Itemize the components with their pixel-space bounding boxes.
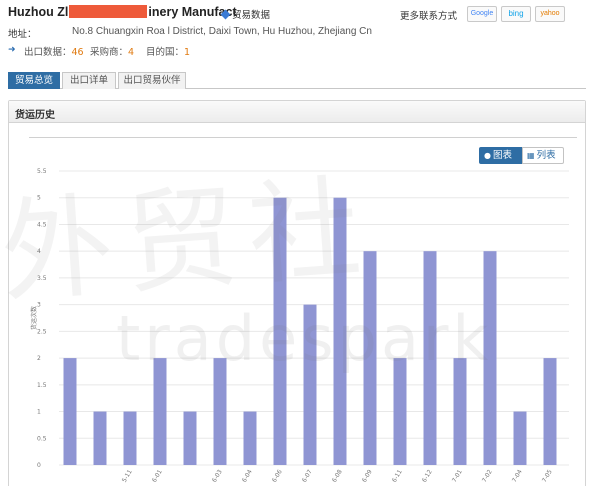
x-tick-label: 6-08: [331, 468, 344, 483]
x-tick-label: 6-01: [151, 468, 164, 483]
bar: [513, 411, 527, 465]
x-tick-label: 7-01: [451, 468, 464, 483]
tab-export-details[interactable]: 出口详单: [62, 72, 116, 89]
bar: [393, 358, 407, 465]
header-bar: Huzhou Zl inery Manufact 贸易数据 更多联系方式 Goog…: [8, 5, 598, 23]
y-tick-label: 5: [37, 195, 41, 202]
y-axis-label: 货运次数: [30, 306, 38, 330]
more-contact-label: 更多联系方式: [400, 11, 458, 22]
y-tick-label: 0.5: [37, 435, 47, 442]
google-search-button[interactable]: Google: [467, 6, 497, 22]
x-tick-label: 6-04: [241, 468, 254, 483]
bar: [93, 411, 107, 465]
bar: [243, 411, 257, 465]
bar: [123, 411, 137, 465]
destination-stat-value: 1: [184, 47, 191, 58]
export-stat-label: 出口数据：: [24, 47, 72, 58]
export-arrow-icon: ➜: [8, 45, 16, 55]
x-tick-label: 5-11: [121, 468, 134, 483]
bar: [273, 197, 287, 465]
export-stat[interactable]: 出口数据：46: [24, 44, 84, 58]
bar: [363, 251, 377, 465]
x-tick-label: 7-02: [481, 468, 494, 483]
bar: [423, 251, 437, 465]
y-tick-label: 0: [37, 462, 41, 469]
x-tick-label: 6-12: [421, 468, 434, 483]
company-name-start: Huzhou Zl: [8, 5, 69, 19]
bar: [63, 358, 77, 465]
bar: [453, 358, 467, 465]
tab-trade-overview[interactable]: 贸易总览: [8, 72, 60, 89]
bar: [213, 358, 227, 465]
x-tick-label: 7-04: [511, 468, 524, 483]
shipment-history-panel: 货运历史 ● 图表 ▦ 列表 0 0.5 1 1.5 2 2.5 3 3.5 4 4.5 5 5.5 货运次…: [8, 100, 586, 486]
y-tick-label: 2: [37, 355, 41, 362]
y-tick-label: 3.5: [37, 275, 47, 282]
bing-search-button[interactable]: bing: [501, 6, 531, 22]
buyers-stat-label: 采购商：: [90, 47, 129, 58]
y-tick-label: 5.5: [37, 168, 47, 175]
x-tick-label: 6-03: [211, 468, 224, 483]
destination-stat-label: 目的国：: [146, 47, 185, 58]
shipment-bar-chart: 00.511.522.533.544.555.5货运次数5-11 6-01 6-03…: [30, 168, 569, 484]
bar: [153, 358, 167, 465]
buyers-stat-value: 4: [128, 47, 135, 58]
bar: [303, 304, 317, 465]
tab-bar: 贸易总览 出口详单 出口贸易伙伴: [8, 72, 586, 89]
y-tick-label: 1: [37, 409, 41, 416]
x-tick-label: 6-09: [361, 468, 374, 483]
trade-data-link[interactable]: 贸易数据: [220, 7, 271, 21]
yahoo-search-button[interactable]: yahoo: [535, 6, 565, 22]
x-tick-label: 6-07: [301, 468, 314, 483]
x-tick-label: 6-11: [391, 468, 404, 483]
bar: [543, 358, 557, 465]
address-label: 地址：: [8, 29, 37, 40]
destination-stat[interactable]: 目的国：1: [146, 44, 190, 58]
bar: [333, 197, 347, 465]
y-tick-label: 1.5: [37, 382, 47, 389]
y-tick-label: 2.5: [37, 328, 47, 335]
stats-row: ➜ 出口数据：46 采购商：4 目的国：1: [8, 44, 598, 58]
address-value: No.8 Chuangxin Roa l District, Daixi Tow…: [72, 26, 372, 37]
x-tick-label: 7-05: [541, 468, 554, 483]
y-tick-label: 4.5: [37, 221, 47, 228]
address-row: 地址： No.8 Chuangxin Roa l District, Daixi…: [8, 26, 598, 40]
tab-export-partners[interactable]: 出口贸易伙伴: [118, 72, 186, 89]
company-name: Huzhou Zl inery Manufact: [8, 5, 237, 19]
tag-icon: [220, 9, 231, 20]
x-tick-label: 6-06: [271, 468, 284, 483]
trade-data-label: 贸易数据: [232, 10, 271, 21]
bar: [483, 251, 497, 465]
export-stat-value: 46: [71, 47, 84, 58]
buyers-stat[interactable]: 采购商：4: [90, 44, 134, 58]
bar: [183, 411, 197, 465]
redaction-block: [69, 5, 148, 18]
y-tick-label: 4: [37, 248, 41, 255]
